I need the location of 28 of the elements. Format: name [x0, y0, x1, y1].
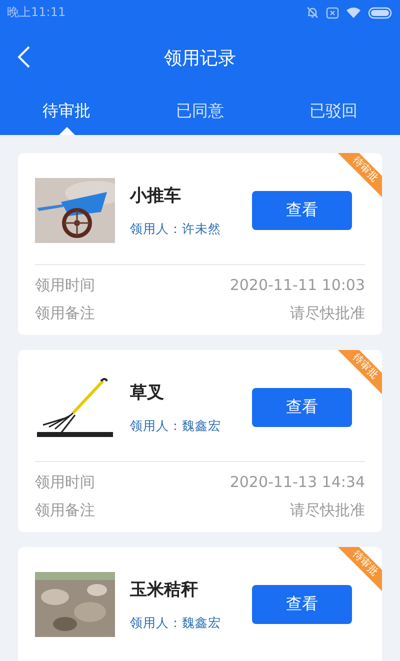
view-button[interactable]: 查看 — [252, 388, 352, 427]
back-icon[interactable] — [17, 45, 31, 69]
muted-bell-icon — [306, 6, 319, 19]
page-title: 领用记录 — [164, 46, 236, 70]
recipient-name: 领用人：魏鑫宏 — [130, 418, 222, 434]
field-value: 请尽快批准 — [290, 303, 365, 324]
view-button[interactable]: 查看 — [252, 191, 352, 230]
wifi-icon — [346, 6, 361, 18]
recipient-name: 领用人：魏鑫宏 — [130, 614, 222, 632]
item-name: 小推车 — [130, 184, 182, 206]
field-value: 2020-11-13 14:34 — [230, 472, 365, 493]
battery-icon — [368, 6, 392, 18]
view-button[interactable]: 查看 — [252, 585, 352, 624]
tab[interactable]: 已同意 — [176, 101, 224, 122]
field-value: 请尽快批准 — [290, 500, 365, 521]
tab[interactable]: 已驳回 — [309, 101, 358, 122]
tab-indicator-icon — [58, 127, 75, 135]
field-value: 2020-11-11 10:03 — [230, 275, 365, 296]
recipient-name: 领用人：许未然 — [130, 220, 222, 238]
item-name: 草叉 — [130, 382, 165, 404]
sim-card-icon — [326, 6, 339, 18]
status-time: 晚上11:11 — [7, 4, 66, 21]
item-name: 玉米秸秆 — [130, 578, 199, 600]
field-label: 领用备注 — [35, 500, 95, 521]
field-label: 领用时间 — [35, 472, 95, 493]
field-label: 领用时间 — [35, 275, 95, 296]
tab[interactable]: 待审批 — [42, 101, 91, 122]
field-label: 领用备注 — [35, 303, 95, 324]
